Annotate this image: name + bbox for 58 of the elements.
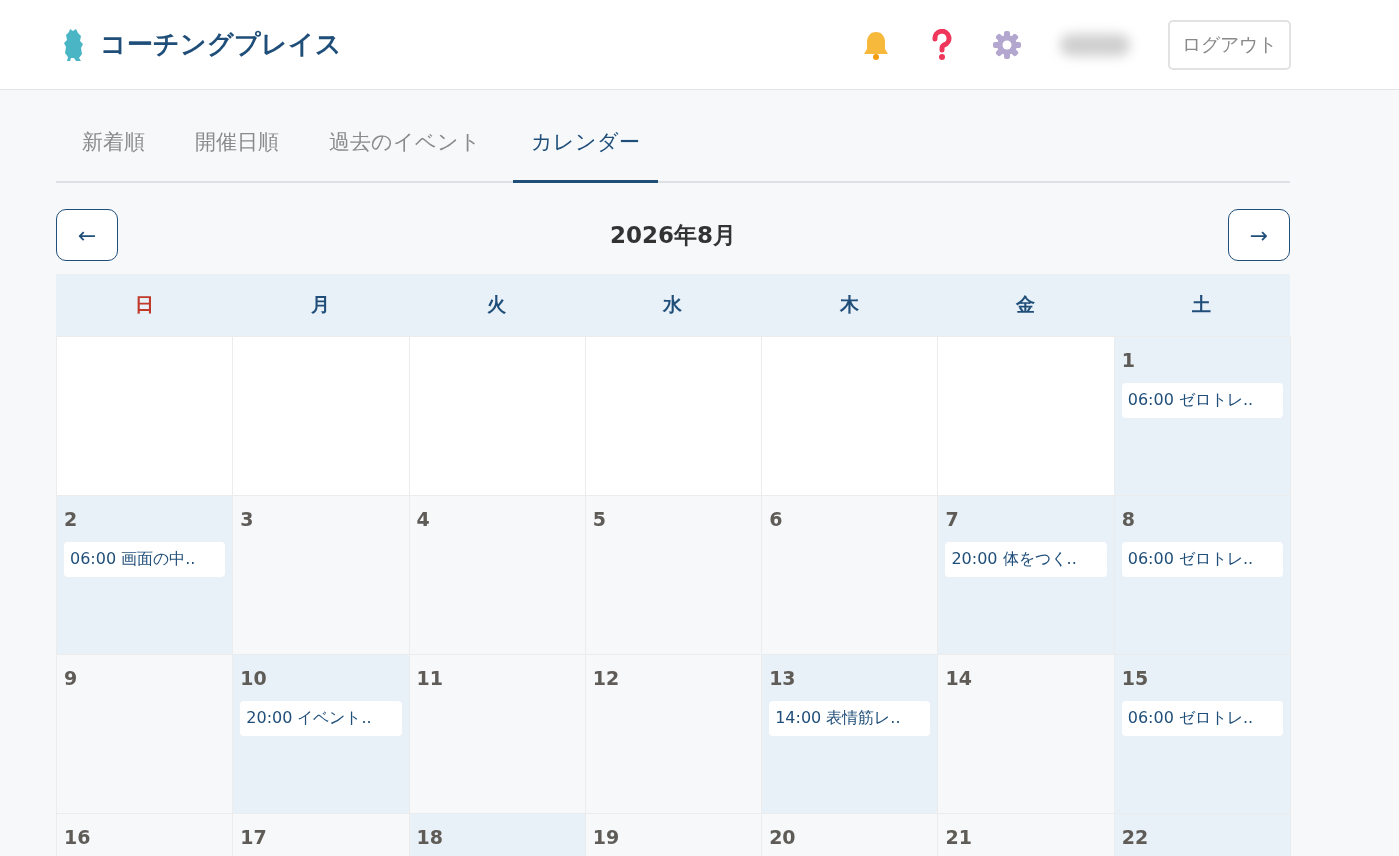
day-cell[interactable]: 22 <box>1113 813 1291 856</box>
day-number: 16 <box>64 826 92 848</box>
day-number: 19 <box>592 826 621 848</box>
day-number: 14 <box>945 667 973 689</box>
day-number: 13 <box>769 667 797 689</box>
day-number: 18 <box>416 826 444 848</box>
day-cell[interactable]: 15 06:00 ゼロトレ.. <box>1113 654 1291 814</box>
event-chip[interactable]: 20:00 体をつく.. <box>945 542 1107 577</box>
weekday-label: 金 <box>1016 292 1036 317</box>
weekday-label: 日 <box>134 292 154 317</box>
day-cell[interactable]: 1 06:00 ゼロトレ.. <box>1113 336 1291 496</box>
day-number: 1 <box>1121 349 1136 371</box>
weekday-label: 月 <box>310 292 330 317</box>
day-number: 20 <box>769 826 797 848</box>
day-number: 10 <box>240 667 268 689</box>
next-month-button[interactable]: → <box>1228 209 1290 261</box>
day-number: 6 <box>769 508 784 530</box>
weekday-label: 水 <box>663 292 683 317</box>
day-number: 7 <box>945 508 960 530</box>
event-chip[interactable]: 06:00 ゼロトレ.. <box>1121 542 1283 577</box>
day-number: 15 <box>1121 667 1150 689</box>
day-number: 3 <box>240 508 255 530</box>
previous-month-button[interactable]: ← <box>56 209 118 261</box>
day-number: 11 <box>416 667 444 689</box>
logout-button[interactable]: ログアウト <box>1168 19 1291 70</box>
day-number: 5 <box>592 508 608 530</box>
day-cell[interactable]: 8 06:00 ゼロトレ.. <box>1113 495 1291 655</box>
tab[interactable]: カレンダー <box>513 112 658 183</box>
month-title: 2026年8月 <box>610 220 736 250</box>
day-number: 17 <box>240 826 268 848</box>
tab[interactable]: 開催日順 <box>177 112 297 183</box>
tab[interactable]: 過去のイベント <box>311 112 499 183</box>
day-cell[interactable]: 2 06:00 画面の中.. <box>56 495 234 655</box>
day-cell[interactable]: 13 14:00 表情筋レ.. <box>761 654 939 814</box>
settings-icon[interactable] <box>992 29 1022 60</box>
day-cell[interactable]: 10 20:00 イベント.. <box>232 654 410 814</box>
weekday-label: 火 <box>487 292 507 317</box>
bear-logo-icon <box>62 26 86 63</box>
day-cell[interactable]: 7 20:00 体をつく.. <box>937 495 1115 655</box>
day-number: 9 <box>64 667 79 689</box>
day-cell[interactable]: 18 <box>408 813 586 856</box>
day-number: 2 <box>64 508 79 530</box>
day-number: 12 <box>592 667 621 689</box>
blurred-user-name <box>1060 33 1130 56</box>
event-chip[interactable]: 06:00 画面の中.. <box>64 542 226 577</box>
event-chip[interactable]: 14:00 表情筋レ.. <box>769 701 931 736</box>
day-number: 22 <box>1121 826 1150 848</box>
question-icon[interactable] <box>930 28 954 61</box>
app-name: コーチングプレイス <box>100 28 342 61</box>
event-chip[interactable]: 06:00 ゼロトレ.. <box>1121 383 1283 418</box>
day-number: 8 <box>1121 508 1136 530</box>
event-chip[interactable]: 20:00 イベント.. <box>240 701 402 736</box>
weekday-label: 木 <box>839 292 859 317</box>
day-number: 4 <box>416 508 431 530</box>
weekday-label: 土 <box>1192 292 1212 317</box>
event-chip[interactable]: 06:00 ゼロトレ.. <box>1121 701 1283 736</box>
day-number: 21 <box>945 826 973 848</box>
tab[interactable]: 新着順 <box>64 112 163 183</box>
